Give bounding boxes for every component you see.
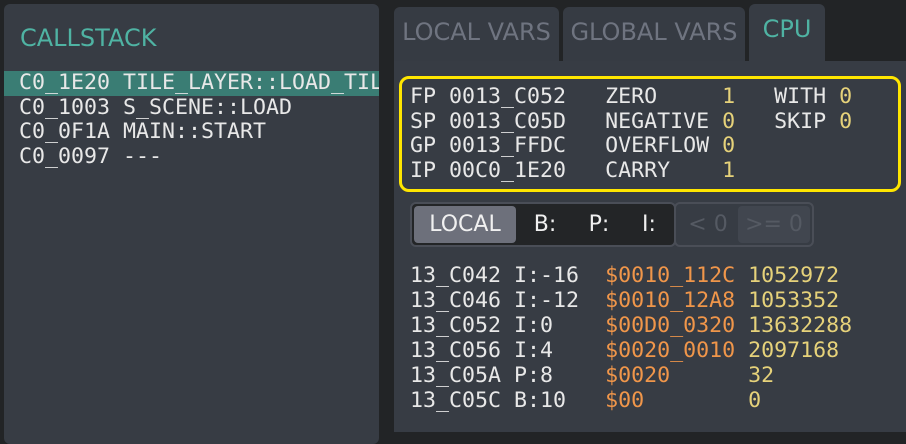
var-address: 13_C046	[410, 288, 502, 313]
register-value: 0013_C052	[449, 84, 567, 109]
sign-filter-group: < 0 >= 0	[674, 202, 814, 247]
filter-b-button[interactable]: B:	[520, 206, 570, 243]
filter-i-button[interactable]: I:	[626, 206, 672, 243]
flag-name: OVERFLOW	[605, 133, 710, 159]
register-name: GP	[410, 133, 437, 159]
var-address: 13_C05C	[410, 388, 502, 413]
register-value: 00C0_1E20	[449, 158, 567, 184]
variable-row[interactable]: 13_C042 I:-16 $0010_112C 1052972	[410, 263, 852, 288]
var-decimal-value: 1053352	[748, 288, 840, 313]
filter-local-button[interactable]: LOCAL	[414, 206, 516, 243]
var-address: 13_C05A	[410, 363, 502, 388]
var-decimal-value: 1052972	[748, 263, 840, 288]
var-hex-value: $0020	[605, 363, 671, 388]
tab-cpu[interactable]: CPU	[749, 4, 825, 64]
cpu-row: SP 0013_C05D NEGATIVE 0 SKIP 0	[410, 108, 853, 135]
callstack-title: CALLSTACK	[20, 24, 157, 52]
var-address: 13_C042	[410, 263, 502, 288]
var-decimal-value: 13632288	[748, 313, 853, 338]
filter-negative-button[interactable]: < 0	[678, 206, 738, 243]
flag-value: 0	[722, 133, 736, 159]
callstack-frame[interactable]: C0_0097 ---	[4, 145, 379, 170]
frame-address: C0_0097	[19, 145, 111, 170]
frame-address: C0_0F1A	[19, 120, 111, 145]
flag-value: 1	[722, 84, 736, 109]
var-offset: I:4	[514, 338, 554, 363]
var-hex-value: $00	[605, 388, 645, 413]
variable-row[interactable]: 13_C05A P:8 $0020 32	[410, 363, 852, 388]
register-name: IP	[410, 158, 437, 184]
var-decimal-value: 0	[748, 388, 762, 413]
var-address: 13_C052	[410, 313, 502, 338]
var-offset: B:10	[514, 388, 567, 413]
var-offset: I:-16	[514, 263, 580, 288]
cpu-row: IP 00C0_1E20 CARRY 1	[410, 158, 736, 184]
register-value: 0013_C05D	[449, 108, 567, 134]
callstack-frame[interactable]: C0_1003 S_SCENE::LOAD	[4, 96, 379, 121]
frame-function: S_SCENE::LOAD	[123, 95, 293, 120]
tab-local-vars[interactable]: LOCAL VARS	[394, 7, 559, 61]
register-name: FP	[410, 84, 437, 109]
flag-name: NEGATIVE	[605, 108, 710, 134]
mode-value: 0	[839, 108, 853, 134]
variable-row[interactable]: 13_C052 I:0 $00D0_0320 13632288	[410, 313, 852, 338]
var-hex-value: $0020_0010	[605, 338, 736, 363]
var-hex-value: $0010_12A8	[605, 288, 736, 313]
var-decimal-value: 2097168	[748, 338, 840, 363]
cpu-row: GP 0013_FFDC OVERFLOW 0	[410, 134, 735, 159]
register-name: SP	[410, 108, 437, 134]
callstack-frame[interactable]: C0_0F1A MAIN::START	[4, 120, 379, 145]
variables-list: 13_C042 I:-16 $0010_112C 1052972 13_C046 …	[410, 263, 852, 413]
cpu-registers-box: FP 0013_C052 ZERO 1 WITH 0 SP 0013_C05D N…	[399, 76, 901, 192]
variable-row[interactable]: 13_C046 I:-12 $0010_12A8 1053352	[410, 288, 852, 313]
tab-global-vars[interactable]: GLOBAL VARS	[563, 7, 745, 61]
mode-name: WITH	[774, 84, 827, 109]
variable-row[interactable]: 13_C056 I:4 $0020_0010 2097168	[410, 338, 852, 363]
flag-value: 1	[722, 158, 736, 184]
scope-filter-group: LOCAL B: P: I:	[410, 202, 676, 247]
frame-function: MAIN::START	[123, 120, 267, 145]
mode-value: 0	[839, 84, 853, 109]
register-value: 0013_FFDC	[449, 133, 567, 159]
flag-name: ZERO	[605, 84, 658, 109]
frame-function: ---	[123, 145, 163, 170]
callstack-list: C0_1E20 TILE_LAYER::LOAD_TILESC0_1003 S_…	[4, 71, 379, 170]
var-address: 13_C056	[410, 338, 502, 363]
callstack-panel: CALLSTACK C0_1E20 TILE_LAYER::LOAD_TILES…	[4, 4, 379, 444]
variable-row[interactable]: 13_C05C B:10 $00 0	[410, 388, 852, 413]
filter-nonnegative-button[interactable]: >= 0	[738, 206, 810, 243]
callstack-frame[interactable]: C0_1E20 TILE_LAYER::LOAD_TILES	[4, 71, 379, 96]
flag-name: CARRY	[605, 158, 671, 184]
var-offset: I:0	[514, 313, 554, 338]
var-offset: P:8	[514, 363, 554, 388]
var-decimal-value: 32	[748, 363, 775, 388]
mode-name: SKIP	[774, 108, 827, 134]
frame-address: C0_1E20	[19, 71, 111, 95]
filter-p-button[interactable]: P:	[574, 206, 624, 243]
frame-function: TILE_LAYER::LOAD_TILES	[123, 71, 379, 95]
frame-address: C0_1003	[19, 95, 111, 120]
var-hex-value: $0010_112C	[605, 263, 736, 288]
flag-value: 0	[722, 108, 736, 134]
var-offset: I:-12	[514, 288, 580, 313]
cpu-row: FP 0013_C052 ZERO 1 WITH 0	[410, 84, 853, 110]
var-hex-value: $00D0_0320	[605, 313, 736, 338]
